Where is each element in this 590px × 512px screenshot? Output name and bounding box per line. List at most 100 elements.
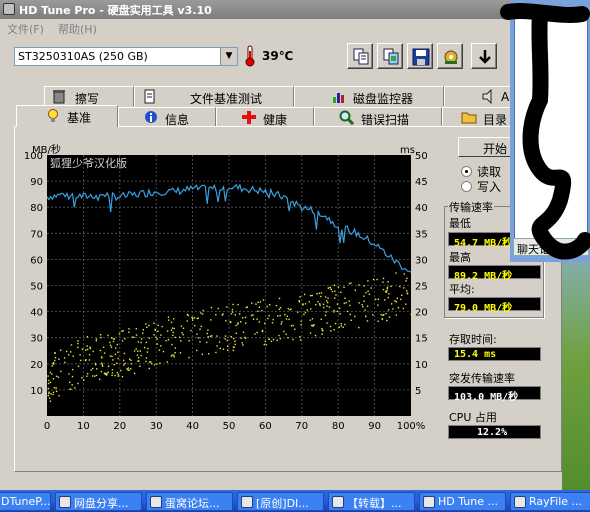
access-time-point [202,309,204,312]
access-time-point [231,309,234,311]
access-time-point [48,379,50,382]
tab-health[interactable]: 健康 [216,107,314,127]
access-time-point [405,280,407,282]
access-time-point [277,315,279,317]
tab-error-scan[interactable]: 错误扫描 [314,107,442,127]
task-item[interactable]: 【转载】... [328,492,415,511]
access-time-point [106,373,108,375]
access-time-point [237,303,239,306]
task-item[interactable]: HD Tune ... [419,492,506,511]
access-time-point [336,310,339,312]
access-time-point [111,374,113,377]
copy-screenshot-button[interactable] [377,43,403,69]
access-time-point [112,340,115,343]
access-time-point [348,300,350,302]
y2-tick-label: 35 [415,229,428,240]
copy-text-icon [353,48,369,65]
access-time-point [86,375,88,377]
tab-info[interactable]: 信息 [118,107,216,127]
tab-erase[interactable]: 擦写 [44,86,134,106]
read-radio[interactable] [461,166,472,177]
access-time-display: 15.4 ms [448,347,541,361]
access-time-point [166,361,168,363]
access-time-point [124,338,126,340]
access-time-point [90,369,92,371]
access-time-point [354,289,356,291]
access-time-point [284,313,286,316]
drive-select[interactable]: ST3250310AS (250 GB) ▼ [14,47,238,66]
access-time-point [279,338,281,340]
access-time-point [265,344,268,346]
access-time-point [281,321,283,323]
access-time-point [222,348,225,350]
access-time-point [48,397,51,399]
left-axis-ticks: 10 20 30 40 50 60 70 80 90 100 [24,151,43,397]
access-time-point [326,322,328,324]
tab-benchmark[interactable]: 基准 [16,105,118,127]
write-radio[interactable] [461,181,472,192]
y-tick-label: 70 [30,229,43,240]
y-tick-label: 50 [30,282,43,293]
x-tick-label: 70 [295,421,308,432]
access-time-point [370,287,372,289]
access-time-point [54,359,56,362]
cpu-usage-label: CPU 占用 [449,411,497,424]
access-time-point [311,318,314,320]
access-time-point [290,308,292,310]
title-bar[interactable]: HD Tune Pro - 硬盘实用工具 v3.10 [0,0,562,19]
access-time-point [186,320,188,322]
copy-screenshot-icon [383,48,399,65]
ie-icon [514,496,526,508]
y-tick-label: 20 [30,360,43,371]
access-time-point [103,352,106,354]
tab-file-benchmark[interactable]: 文件基准测试 [134,86,294,106]
y-tick-label: 80 [30,203,43,214]
access-time-point [340,323,342,325]
avg-value: 79.0 MB/秒 [454,303,513,314]
access-time-point [377,304,379,306]
menu-help[interactable]: 帮助(H) [58,21,97,37]
ie-icon [59,496,71,508]
access-time-point [140,354,142,357]
access-time-point [242,317,244,319]
access-time-point [275,305,278,307]
task-item[interactable]: RayFile ... [510,492,590,511]
access-time-point [153,364,156,366]
access-time-point [225,320,227,322]
copy-text-button[interactable] [347,43,373,69]
options-button[interactable] [437,43,463,69]
save-button[interactable] [407,43,433,69]
task-item[interactable]: [原创]DI... [237,492,324,511]
menu-bar: 文件(F) 帮助(H) [0,19,562,37]
access-time-point [109,344,112,347]
access-time-point [167,316,170,318]
access-time-point [79,359,82,362]
chevron-down-icon[interactable]: ▼ [220,48,237,65]
access-time-point [69,388,72,390]
access-time-point [206,341,208,344]
access-time-point [292,324,294,327]
access-time-point [268,338,270,340]
access-time-point [68,373,70,375]
tab-disk-monitor[interactable]: 磁盘监控器 [294,86,444,106]
access-time-point [161,325,163,328]
access-time-point [309,332,312,334]
access-time-point [52,378,55,380]
task-item[interactable]: 网盘分享... [55,492,142,511]
access-time-point [312,324,314,327]
access-time-point [201,313,204,315]
access-time-point [339,313,341,315]
access-time-point [174,347,177,349]
access-time-point [304,303,307,305]
download-button[interactable] [471,43,497,69]
access-time-point [101,364,103,366]
task-item[interactable]: DTuneP... [0,492,51,511]
access-time-point [188,356,190,359]
access-time-point [266,305,268,308]
access-time-point [263,343,265,346]
menu-file[interactable]: 文件(F) [7,21,44,37]
access-time-point [131,336,134,338]
task-item[interactable]: 蛋窝论坛... [146,492,233,511]
access-time-point [158,349,161,351]
access-time-point [276,339,278,341]
